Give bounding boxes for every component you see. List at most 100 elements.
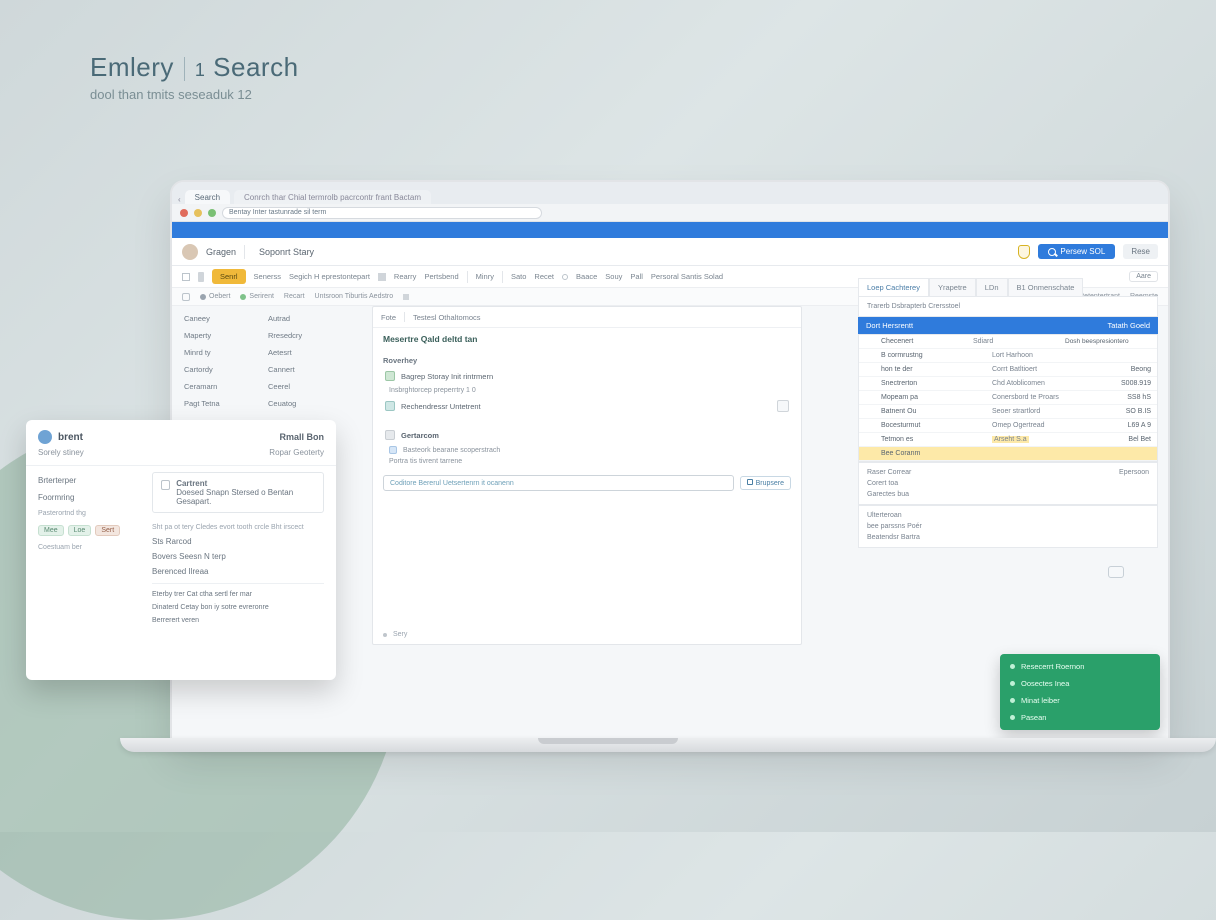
grid-icon[interactable] [182,273,190,281]
search-icon [1048,248,1056,256]
primary-search-button[interactable]: Persew SOL [1038,244,1115,259]
table-row[interactable]: ChecenertSdiardDosh beespresiontero [859,335,1157,349]
toolbar-item[interactable]: Oebert [200,293,230,300]
traffic-max-icon[interactable] [208,209,216,217]
right-panel: Loep Cachterey Yrapetre LDn B1 Onmenscha… [858,278,1158,548]
rtab[interactable]: Loep Cachterey [858,278,929,296]
table-row[interactable]: Batnent OuSeoer strartlordSO B.IS [859,405,1157,419]
table-row[interactable]: Mopeam paConersbord te ProarsSS8 hS [859,391,1157,405]
nav-back-icon[interactable]: ‹ [178,195,181,204]
toolbar-item[interactable]: Recart [284,293,305,300]
ribbon-item[interactable]: Segich H eprestontepart [289,272,370,281]
left-sidebar: CaneeyAutrad MapertyRresedcry Minrd tyAe… [182,310,342,412]
rtab[interactable]: Yrapetre [929,278,976,296]
app-header: Gragen Soponrt Stary Persew SOL Rese [172,238,1168,266]
doc-chip[interactable]: Brupsere [740,476,791,490]
ribbon-item[interactable]: Persoral Santis Solad [651,272,723,281]
brand-icon [38,430,52,444]
avatar[interactable] [182,244,198,260]
rtab[interactable]: LDn [976,278,1008,296]
sidebar-row[interactable]: MapertyRresedcry [182,327,342,344]
tag[interactable]: Loe [68,525,92,536]
popover-item[interactable]: Minat leiber [1000,692,1160,709]
crumb[interactable]: Testesl Othaltomocs [413,313,481,322]
sidebar-row[interactable]: CartordyCannert [182,361,342,378]
comment-icon[interactable] [1108,566,1124,578]
sidebar-row[interactable]: Minrd tyAetesrt [182,344,342,361]
bell-icon[interactable] [1018,245,1030,259]
right-tabs: Loep Cachterey Yrapetre LDn B1 Onmenscha… [858,278,1158,296]
side-item[interactable]: Foormring [38,489,124,506]
toolbar-item[interactable]: Serirent [240,293,274,300]
action-popover: Resecerrt Roernon Oosectes Inea Minat le… [1000,654,1160,730]
box-text: Doesed Snapn Stersed o Bentan Gesapart. [176,488,315,506]
floatwin-sidebar: Brterterper Foormring Pasterortnd thg Me… [26,472,136,555]
table-row[interactable]: Bee Coranm [859,447,1157,461]
footer-text: Coestuam ber [38,540,124,555]
table-row[interactable]: SnectrertonChd AtoblicomenS008.919 [859,377,1157,391]
toolbar-item[interactable]: Untsroon Tiburtis Aedstro [315,293,394,300]
ribbon-item[interactable]: Baace [576,272,597,281]
ribbon-item[interactable]: Rearry [394,272,417,281]
tag[interactable]: Mee [38,525,64,536]
table-row[interactable]: Tetmon esArseht S.aBel Bet [859,433,1157,447]
ribbon-item[interactable]: Pall [630,272,643,281]
body-line: Berrerert veren [152,614,324,627]
sidebar-row[interactable]: CaneeyAutrad [182,310,342,327]
ribbon-item[interactable]: Minry [476,272,494,281]
sidebar-row[interactable]: CeramarnCeerel [182,378,342,395]
popover-item[interactable]: Pasean [1000,709,1160,726]
doc-item[interactable]: Basteork bearane scoperstrach [373,444,801,456]
table-row[interactable]: B cormrustngLort Harhoon [859,349,1157,363]
rtab[interactable]: B1 Onmenschate [1008,278,1084,296]
side-item[interactable]: Brterterper [38,472,124,489]
folder-icon [385,430,395,440]
table-row[interactable]: hon te derCorrt BatltioertBeong [859,363,1157,377]
chat-icon[interactable] [777,400,789,412]
browser-tab-inactive[interactable]: Conrch thar Chial termrolb pacrcontr fra… [234,190,431,204]
divider [467,271,468,283]
doc-footer: Sery [373,625,801,644]
ribbon-item[interactable]: Recet [534,272,554,281]
address-field[interactable]: Bentay Inter tastunrade sil term [222,207,542,219]
square-icon [403,294,409,300]
doc-icon [385,371,395,381]
crumb[interactable]: Fote [381,313,396,322]
table-row[interactable]: BocesturmutOmep OgertreadL69 A 9 [859,419,1157,433]
doc-section: Gertarcom [373,426,801,444]
popover-item[interactable]: Oosectes Inea [1000,675,1160,692]
ribbon-item[interactable]: Sato [511,272,526,281]
tag[interactable]: Sert [95,525,120,536]
body-line: Sht pa ot tery Cledes evort tooth crcle … [152,521,324,534]
body-line: Eterby trer Cat ctha sertl fer mar [152,588,324,601]
right-section: Ulterteroan bee parssns Poér Beatendsr B… [858,505,1158,548]
ribbon-item[interactable]: Pertsbend [424,272,458,281]
doc-item[interactable]: Portra tis tivrent tarrene [373,456,801,467]
sidebar-row[interactable]: Pagt TetnaCeuatog [182,395,342,412]
ribbon-yellow-button[interactable]: Senrl [212,269,246,284]
info-box: CartrentDoesed Snapn Stersed o Bentan Ge… [152,472,324,513]
doc-breadcrumb: Fote Testesl Othaltomocs [373,307,801,328]
doc-search-input[interactable]: Coditore Bererul Uetsertenrn it ocanenn [383,475,734,491]
doc-title: Mesertre Qald deltd tan [373,328,801,350]
line: Garectes bua [867,489,1149,500]
ribbon-item[interactable]: Souy [605,272,622,281]
doc-icon[interactable] [198,272,204,282]
floatwin-body: CartrentDoesed Snapn Stersed o Bentan Ge… [140,472,336,627]
hero-title-a: Emlery [90,52,174,82]
browser-tab-active[interactable]: Search [185,190,230,204]
box-icon[interactable] [182,293,190,301]
ribbon-item[interactable]: Senerss [254,272,282,281]
doc-item[interactable]: Bagrep Storay Init rintrmern [373,367,801,385]
traffic-min-icon[interactable] [194,209,202,217]
doc-item[interactable]: Insbrghtorcep preperrtry 1 0 [373,385,801,396]
col-label: Tatath Goeld [1107,321,1150,330]
secondary-button[interactable]: Rese [1123,244,1158,259]
doc-icon [385,401,395,411]
doc-item[interactable]: Rechendressr Untetrent [373,396,801,416]
checkbox-icon[interactable] [161,480,170,490]
traffic-close-icon[interactable] [180,209,188,217]
side-item[interactable]: Pasterortnd thg [38,506,124,521]
popover-item[interactable]: Resecerrt Roernon [1000,658,1160,675]
sub-right: Ropar Geoterty [269,448,324,457]
